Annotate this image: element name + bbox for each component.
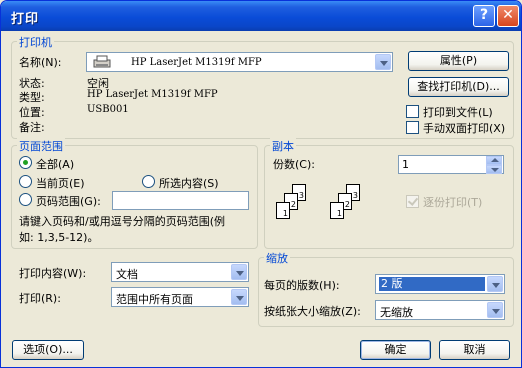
where-value: USB001 bbox=[87, 104, 129, 115]
printer-name-select[interactable]: HP LaserJet M1319f MFP bbox=[86, 52, 393, 72]
copies-label: 份数(C): bbox=[273, 158, 315, 171]
chevron-down-icon[interactable] bbox=[375, 54, 391, 70]
zoom-title: 缩放 bbox=[264, 250, 290, 266]
title-bar[interactable]: 打印 ? ✕ bbox=[1, 1, 521, 31]
selection-radio[interactable] bbox=[142, 175, 155, 188]
type-value: HP LaserJet M1319f MFP bbox=[87, 89, 218, 100]
spin-down-icon[interactable] bbox=[486, 165, 502, 174]
print-to-file-label[interactable]: 打印到文件(L) bbox=[423, 104, 493, 120]
comment-label: 备注: bbox=[19, 121, 45, 134]
pages-per-sheet-label: 每页的版数(H): bbox=[264, 279, 340, 292]
cancel-button[interactable]: 取消 bbox=[439, 340, 510, 360]
copies-spinner[interactable]: 1 bbox=[398, 155, 504, 174]
window-title: 打印 bbox=[11, 12, 40, 27]
type-label: 类型: bbox=[19, 91, 45, 104]
chevron-down-icon[interactable] bbox=[487, 302, 503, 318]
all-pages-radio[interactable] bbox=[19, 156, 32, 169]
chevron-down-icon[interactable] bbox=[231, 289, 247, 305]
pages-per-sheet-select[interactable]: 2 版 bbox=[375, 274, 505, 294]
scale-value: 无缩放 bbox=[380, 306, 413, 319]
copies-value: 1 bbox=[402, 158, 409, 171]
printer-name-label: 名称(N): bbox=[19, 56, 62, 69]
collate-page: 1 bbox=[330, 202, 344, 219]
copies-title: 副本 bbox=[270, 138, 296, 154]
printer-group-title: 打印机 bbox=[17, 34, 54, 50]
chevron-down-icon[interactable] bbox=[231, 264, 247, 280]
collate-checkbox[interactable] bbox=[406, 195, 419, 208]
close-button[interactable]: ✕ bbox=[497, 5, 519, 27]
print-what-value: 文档 bbox=[116, 268, 138, 281]
print-what-label: 打印内容(W): bbox=[19, 267, 87, 280]
pages-per-sheet-value: 2 版 bbox=[379, 277, 485, 291]
page-numbers-radio[interactable] bbox=[19, 193, 32, 206]
collate-page: 1 bbox=[276, 202, 290, 219]
page-numbers-input[interactable] bbox=[112, 191, 249, 210]
print-what-select[interactable]: 文档 bbox=[111, 262, 249, 282]
print-to-file-checkbox[interactable] bbox=[406, 105, 419, 118]
find-printer-button[interactable]: 查找打印机(D)... bbox=[408, 77, 509, 97]
manual-duplex-checkbox[interactable] bbox=[406, 121, 419, 134]
collate-label[interactable]: 逐份打印(T) bbox=[423, 194, 482, 210]
options-button[interactable]: 选项(O)... bbox=[12, 340, 84, 360]
copies-spin-buttons[interactable] bbox=[486, 156, 502, 175]
print-range-label: 打印(R): bbox=[19, 292, 61, 305]
spin-up-icon[interactable] bbox=[486, 156, 502, 165]
print-range-value: 范围中所有页面 bbox=[116, 293, 193, 306]
current-page-label[interactable]: 当前页(E) bbox=[36, 175, 85, 191]
manual-duplex-label[interactable]: 手动双面打印(X) bbox=[423, 120, 505, 136]
page-range-hint-line1: 请键入页码和/或用逗号分隔的页码范围(例 bbox=[19, 215, 225, 228]
print-dialog: 打印 ? ✕ 打印机 名称(N): HP LaserJet M1319f MFP… bbox=[0, 0, 522, 368]
ok-button[interactable]: 确定 bbox=[360, 340, 431, 360]
current-page-radio[interactable] bbox=[19, 175, 32, 188]
help-button[interactable]: ? bbox=[473, 5, 495, 27]
page-range-hint-line2: 如: 1,3,5-12)。 bbox=[19, 231, 99, 244]
selection-label[interactable]: 所选内容(S) bbox=[159, 175, 219, 191]
print-range-select[interactable]: 范围中所有页面 bbox=[111, 287, 249, 307]
chevron-down-icon[interactable] bbox=[487, 276, 503, 292]
printer-name-value: HP LaserJet M1319f MFP bbox=[131, 57, 262, 68]
scale-select[interactable]: 无缩放 bbox=[375, 300, 505, 320]
scale-label: 按纸张大小缩放(Z): bbox=[264, 305, 361, 318]
printer-icon bbox=[91, 55, 113, 69]
where-label: 位置: bbox=[19, 106, 45, 119]
page-numbers-label[interactable]: 页码范围(G): bbox=[36, 193, 101, 209]
properties-button[interactable]: 属性(P) bbox=[408, 51, 509, 71]
page-range-title: 页面范围 bbox=[17, 138, 65, 154]
all-pages-label[interactable]: 全部(A) bbox=[36, 156, 74, 172]
